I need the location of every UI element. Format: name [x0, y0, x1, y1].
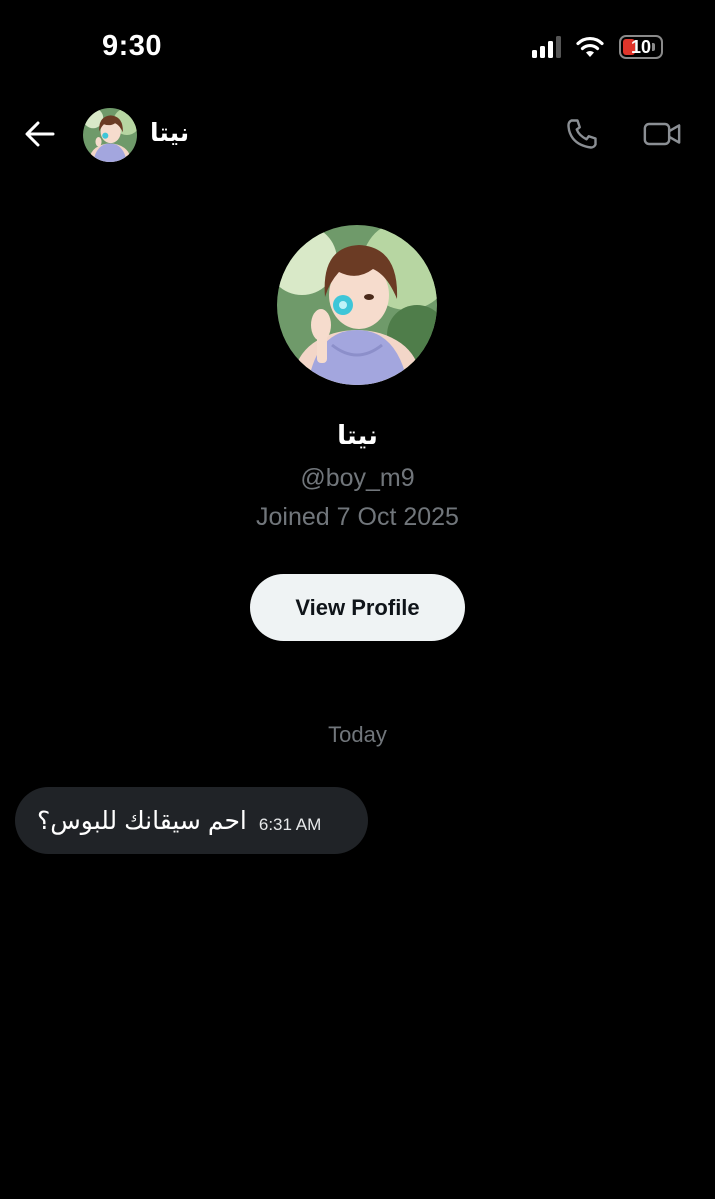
avatar-image [83, 108, 137, 162]
back-arrow-icon [25, 121, 55, 147]
view-profile-button[interactable]: View Profile [250, 574, 465, 641]
date-divider: Today [328, 722, 387, 747]
header-avatar[interactable] [83, 108, 137, 162]
wifi-icon [576, 36, 604, 57]
video-call-button[interactable] [642, 116, 682, 152]
profile-name: نيتا [337, 420, 378, 450]
battery-level: 10 [630, 37, 652, 57]
message-timestamp: 6:31 AM [258, 814, 322, 834]
status-time: 9:30 [102, 30, 163, 62]
conversation-header: نيتا [0, 104, 715, 164]
profile-avatar-image [277, 225, 437, 385]
call-button[interactable] [564, 116, 600, 152]
video-camera-icon [643, 122, 681, 146]
message-bubble[interactable]: احم سيقانك للبوس؟ 6:31 AM [15, 787, 368, 854]
header-contact-name[interactable]: نيتا [150, 118, 189, 148]
profile-joined-date: Joined 7 Oct 2025 [256, 503, 459, 531]
profile-handle: @boy_m9 [300, 464, 415, 492]
profile-avatar[interactable] [277, 225, 437, 385]
phone-icon [567, 119, 597, 149]
signal-bars-icon [532, 36, 561, 58]
back-button[interactable] [22, 116, 58, 152]
status-indicators: 10 [532, 35, 663, 59]
battery-icon: 10 [619, 35, 663, 59]
message-text: احم سيقانك للبوس؟ [37, 806, 247, 835]
